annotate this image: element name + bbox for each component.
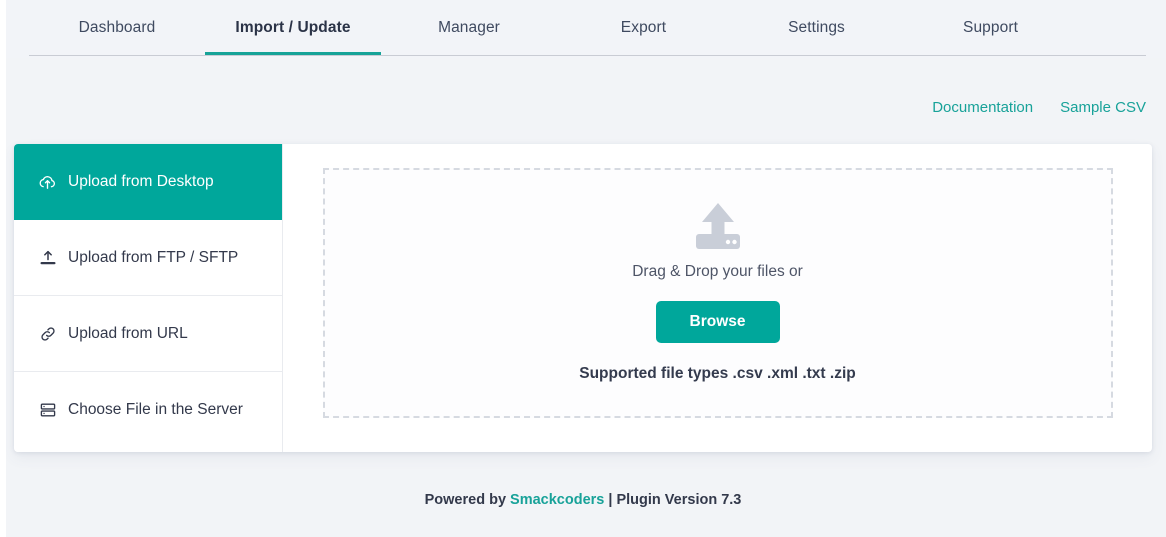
sidebar-item-choose-file-in-the-server[interactable]: Choose File in the Server — [14, 372, 282, 448]
browse-button[interactable]: Browse — [655, 301, 780, 343]
tab-manager[interactable]: Manager — [381, 0, 557, 55]
tab-export[interactable]: Export — [557, 0, 730, 55]
sidebar-item-choose-file-in-the-server-label: Choose File in the Server — [68, 401, 243, 418]
upload-icon — [38, 248, 57, 267]
footer-prefix: Powered by — [424, 492, 511, 508]
tab-manager-label: Manager — [438, 18, 500, 36]
server-icon — [38, 401, 57, 420]
sidebar-item-upload-from-desktop[interactable]: Upload from Desktop — [14, 144, 282, 220]
sidebar-item-upload-from-desktop-label: Upload from Desktop — [68, 172, 214, 190]
documentation-link[interactable]: Documentation — [932, 99, 1033, 116]
footer-suffix: | Plugin Version 7.3 — [604, 492, 742, 508]
sidebar-item-upload-from-ftp-sftp-label: Upload from FTP / SFTP — [68, 248, 239, 266]
top-navigation-bar: Dashboard Import / Update Manager Export… — [0, 0, 1166, 58]
tab-dashboard-label: Dashboard — [78, 18, 156, 36]
import-panel-card: Upload from Desktop Upload from FTP / SF… — [14, 144, 1152, 452]
footer: Powered by Smackcoders | Plugin Version … — [0, 492, 1166, 508]
tab-support[interactable]: Support — [903, 0, 1078, 55]
cloud-upload-icon — [38, 172, 57, 191]
tab-export-label: Export — [620, 18, 667, 36]
sidebar-item-upload-from-url-label: Upload from URL — [68, 324, 188, 342]
tab-bar-divider — [29, 55, 1146, 56]
tab-list: Dashboard Import / Update Manager Export… — [29, 0, 1146, 58]
utility-links: Documentation Sample CSV — [932, 99, 1146, 116]
tab-settings[interactable]: Settings — [730, 0, 903, 55]
dropzone-prompt: Drag & Drop your files or — [632, 263, 803, 280]
file-upload-icon — [690, 201, 746, 253]
link-icon — [38, 324, 57, 343]
tab-import-update-label: Import / Update — [235, 18, 351, 36]
tab-import-update[interactable]: Import / Update — [205, 0, 381, 55]
tab-support-label: Support — [963, 18, 1018, 36]
sidebar-item-upload-from-ftp-sftp[interactable]: Upload from FTP / SFTP — [14, 220, 282, 296]
upload-method-sidebar: Upload from Desktop Upload from FTP / SF… — [14, 144, 283, 452]
sidebar-item-upload-from-url[interactable]: Upload from URL — [14, 296, 282, 372]
tab-settings-label: Settings — [788, 18, 845, 36]
supported-file-types: Supported file types .csv .xml .txt .zip — [579, 365, 856, 382]
sample-csv-link[interactable]: Sample CSV — [1060, 99, 1146, 116]
tab-dashboard[interactable]: Dashboard — [29, 0, 205, 55]
left-gutter — [0, 0, 6, 537]
upload-panel: Drag & Drop your files or Browse Support… — [283, 144, 1152, 452]
file-dropzone[interactable]: Drag & Drop your files or Browse Support… — [322, 168, 1113, 418]
smackcoders-link[interactable]: Smackcoders — [510, 492, 604, 508]
